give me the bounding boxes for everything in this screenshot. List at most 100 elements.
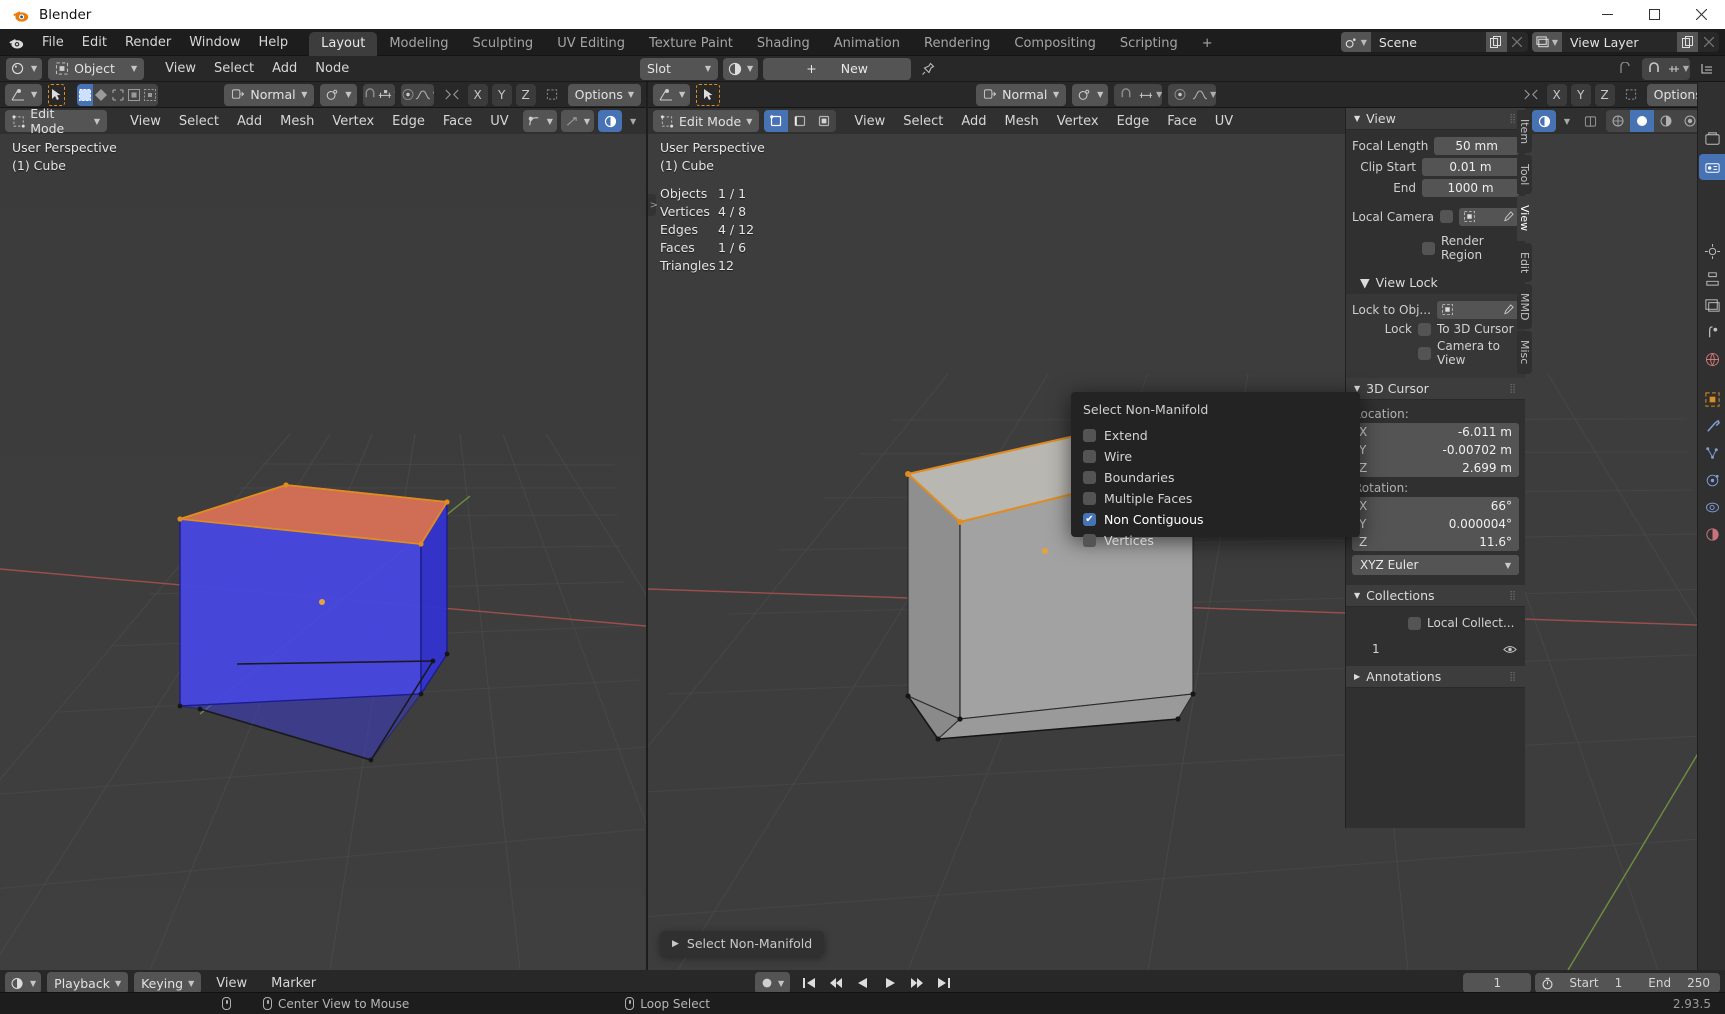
outliner-toggle-icon[interactable] [1695, 58, 1719, 80]
vertex-select-mode-right-icon[interactable] [764, 110, 789, 132]
use-preview-range-icon[interactable] [1535, 973, 1560, 993]
snap-magnet-left-icon[interactable] [362, 83, 377, 106]
popup-item-multiple-faces[interactable]: Multiple Faces [1071, 488, 1360, 509]
tab-scripting[interactable]: Scripting [1108, 32, 1190, 56]
shading-overlay-right-icon[interactable] [1532, 110, 1556, 132]
material-browse-icon[interactable]: ▼ [723, 57, 759, 80]
vl-menu-face[interactable]: Face [434, 111, 481, 132]
uv-mirror-right-icon[interactable] [1619, 84, 1643, 106]
clip-start-field[interactable]: 0.01 m [1422, 157, 1519, 176]
transform-orientation-right[interactable]: Normal ▼ [976, 83, 1067, 106]
prop-tab-render-icon[interactable] [1699, 238, 1725, 264]
menu-help[interactable]: Help [250, 32, 298, 53]
view-layer-duplicate-icon[interactable] [1677, 32, 1698, 52]
panel-header-annotations[interactable]: ▶ Annotations ⣿ [1346, 666, 1525, 688]
panel-header-collections[interactable]: ▼ Collections ⣿ [1346, 585, 1525, 607]
tab-compositing[interactable]: Compositing [1002, 32, 1108, 56]
options-left-button[interactable]: Options ▼ [567, 83, 641, 106]
cursor-location-x[interactable]: X -6.011 m [1352, 423, 1519, 441]
menu-edit[interactable]: Edit [73, 32, 116, 53]
snap-magnet-icon[interactable] [1642, 57, 1666, 80]
next-keyframe-icon[interactable] [908, 972, 926, 994]
timeline-editor-type-icon[interactable]: ▼ [5, 972, 42, 994]
operator-redo-panel[interactable]: ▶ Select Non-Manifold [660, 931, 825, 956]
select-circle-icon[interactable] [125, 83, 143, 106]
prop-tab-particles-icon[interactable] [1699, 440, 1725, 466]
mirror-axis-x-right[interactable]: X [1546, 83, 1567, 106]
non-contiguous-checkbox[interactable] [1083, 513, 1096, 526]
vl-menu-select[interactable]: Select [170, 111, 228, 132]
previous-keyframe-icon[interactable] [827, 972, 845, 994]
sidebar-tab-misc[interactable]: Misc [1517, 331, 1532, 374]
popup-item-vertices[interactable]: Vertices [1071, 530, 1360, 551]
sidebar-tab-mmd[interactable]: MMD [1517, 283, 1532, 330]
playback-menu[interactable]: Playback ▼ [47, 972, 129, 994]
shading-overlay-left-icon[interactable] [598, 110, 623, 132]
render-region-checkbox[interactable] [1422, 241, 1435, 255]
window-maximize-button[interactable] [1631, 0, 1678, 29]
cursor-rotation-y[interactable]: Y 0.000004° [1352, 515, 1519, 533]
start-value[interactable]: 1 [1615, 976, 1623, 990]
menu-window[interactable]: Window [180, 32, 249, 53]
proportional-edit-right-icon[interactable] [1168, 83, 1193, 106]
frame-start-end-fields[interactable]: Start 1 End 250 [1559, 973, 1720, 993]
vl-menu-view[interactable]: View [121, 111, 170, 132]
collection-item-row[interactable]: 1 [1354, 642, 1517, 656]
view-layer-delete-icon[interactable] [1698, 32, 1719, 52]
sidebar-tab-tool[interactable]: Tool [1517, 155, 1532, 195]
proportional-falloff-right-icon[interactable]: ▼ [1192, 83, 1217, 106]
xray-toggle-left-icon[interactable]: ▼ [560, 110, 595, 132]
sidebar-tab-view[interactable]: View [1517, 196, 1532, 241]
proportional-falloff-left-icon[interactable]: ▼ [415, 83, 434, 106]
mirror-x-icon[interactable] [440, 84, 464, 106]
active-tool-left-icon[interactable]: ▼ [5, 83, 43, 106]
popup-item-non-contiguous[interactable]: Non Contiguous [1071, 509, 1360, 530]
pivot-point-right[interactable]: ▼ [1072, 83, 1109, 106]
timeline-menu-view[interactable]: View [207, 973, 256, 994]
view-layer-icon[interactable]: ▼ [1531, 32, 1562, 52]
prop-tab-scene-icon[interactable] [1699, 319, 1725, 345]
popup-item-boundaries[interactable]: Boundaries [1071, 467, 1360, 488]
snap-target-icon[interactable]: ▼ [1666, 57, 1690, 80]
viewport-right-canvas[interactable]: User Perspective (1) Cube Objects 1 / 1 V… [648, 134, 1725, 970]
prop-tab-world-icon[interactable] [1699, 346, 1725, 372]
tab-add-workspace[interactable]: + [1190, 32, 1225, 56]
lock-to-object-field[interactable] [1436, 300, 1519, 319]
mode-selector-right[interactable]: Edit Mode ▼ [653, 110, 760, 132]
operator-expand-icon[interactable]: ▶ [672, 939, 679, 949]
pin-icon[interactable] [916, 58, 940, 80]
play-reverse-icon[interactable] [854, 972, 872, 994]
prop-tab-tool-icon[interactable] [1699, 154, 1725, 180]
mirror-axis-y[interactable]: Y [491, 83, 512, 106]
keying-menu[interactable]: Keying ▼ [134, 972, 202, 994]
menu-render[interactable]: Render [116, 32, 180, 53]
region-toggle-left-icon[interactable]: < > [648, 194, 658, 216]
uv-mirror-icon[interactable] [540, 84, 564, 106]
tab-sculpting[interactable]: Sculpting [460, 32, 545, 56]
vl-menu-uv[interactable]: UV [481, 111, 517, 132]
select-tweak-icon[interactable] [93, 83, 110, 106]
vr-menu-face[interactable]: Face [1158, 111, 1205, 132]
mode-selector-left[interactable]: Edit Mode ▼ [5, 106, 107, 136]
visibility-selectability-left-icon[interactable]: ▼ [522, 110, 557, 132]
timeline-menu-marker[interactable]: Marker [262, 973, 325, 994]
tab-modeling[interactable]: Modeling [377, 32, 460, 56]
mirror-axis-y-right[interactable]: Y [1570, 83, 1591, 106]
wire-checkbox[interactable] [1083, 450, 1096, 463]
edge-select-mode-right-icon[interactable] [788, 110, 813, 132]
viewport-left-canvas[interactable]: User Perspective (1) Cube [0, 134, 646, 970]
jump-to-start-icon[interactable] [800, 972, 818, 994]
vl-menu-mesh[interactable]: Mesh [271, 111, 323, 132]
editor-menu-node[interactable]: Node [306, 58, 358, 79]
camera-to-view-checkbox[interactable] [1418, 346, 1431, 360]
jump-to-end-icon[interactable] [935, 972, 953, 994]
overlay-dropdown-right-icon[interactable]: ▼ [1560, 110, 1574, 132]
prop-tab-viewlayer-icon[interactable] [1699, 292, 1725, 318]
tab-rendering[interactable]: Rendering [912, 32, 1002, 56]
overlay-dropdown-left-icon[interactable]: ▼ [626, 110, 640, 132]
vertices-checkbox[interactable] [1083, 534, 1096, 547]
tweak-tool-left-icon[interactable] [48, 83, 66, 106]
scene-name[interactable]: Scene [1371, 35, 1486, 50]
panel-header-3d-cursor[interactable]: ▼ 3D Cursor ⣿ [1346, 378, 1525, 400]
active-tool-right-icon[interactable]: ▼ [653, 83, 691, 106]
